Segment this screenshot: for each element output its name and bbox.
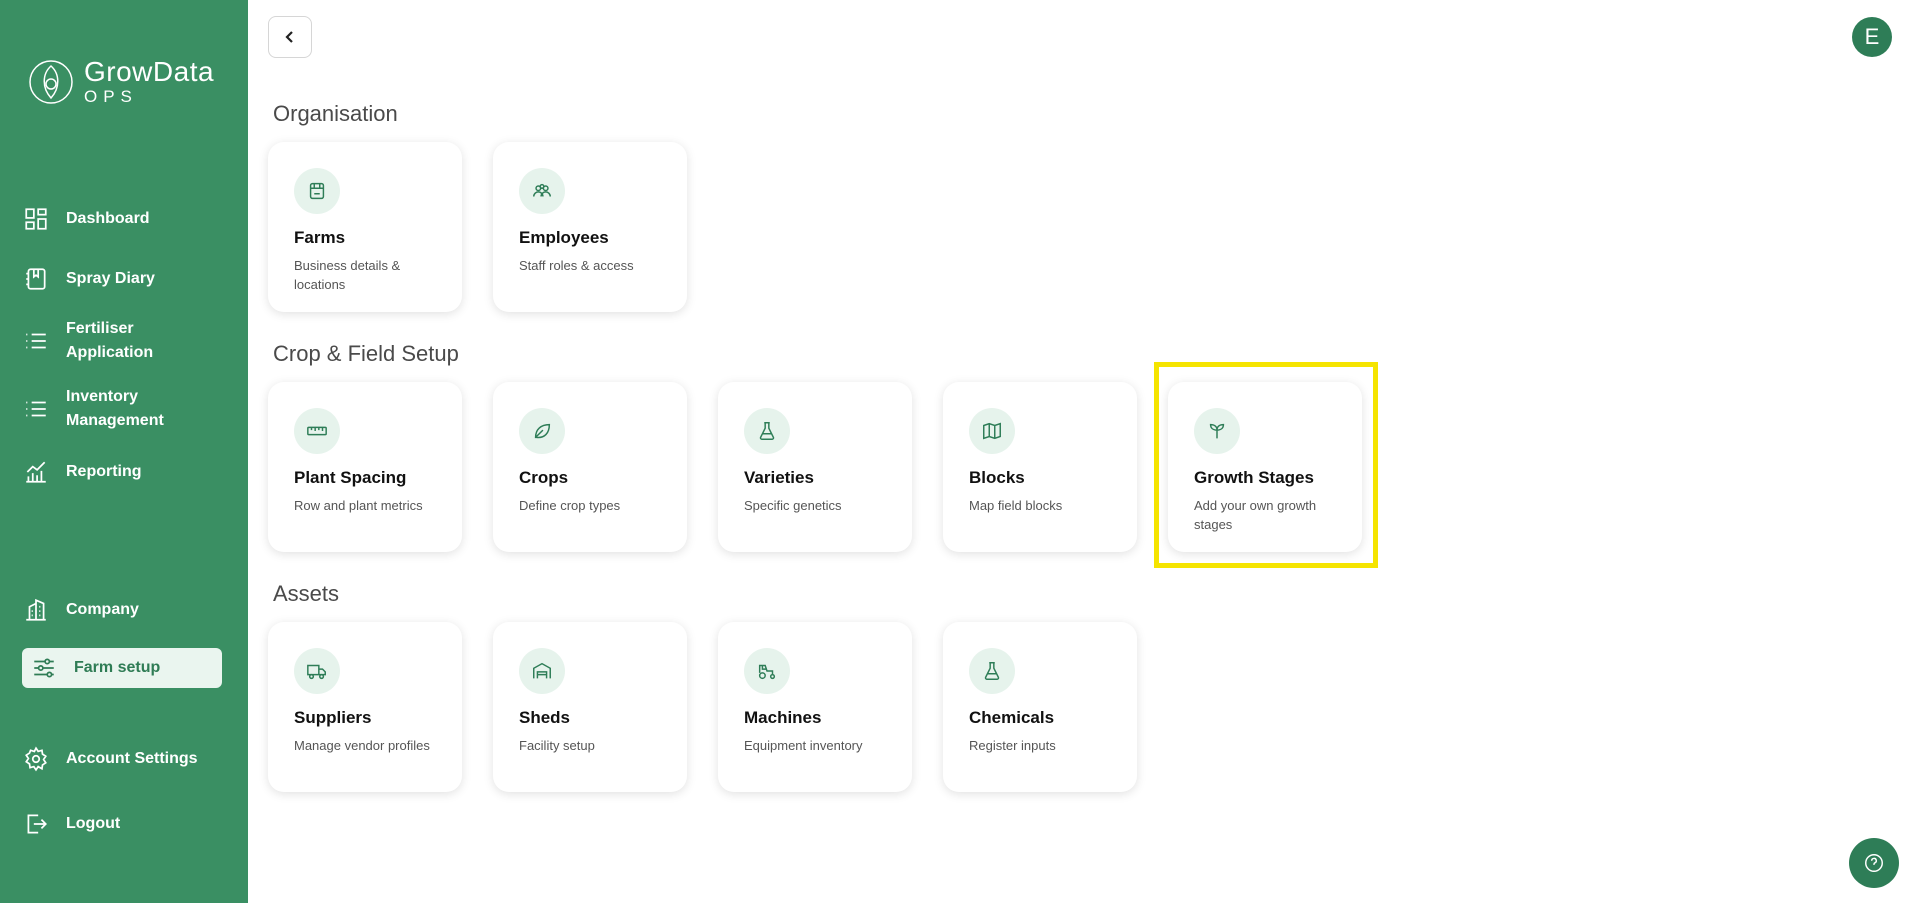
sidebar-item-dashboard[interactable]: Dashboard — [22, 205, 222, 233]
sidebar-item-label: Dashboard — [66, 210, 150, 227]
sidebar-item-account-settings[interactable]: Account Settings — [22, 745, 222, 773]
card-employees[interactable]: Employees Staff roles & access — [493, 142, 687, 312]
card-title: Crops — [519, 468, 569, 487]
truck-icon — [294, 648, 340, 694]
section-title-assets: Assets — [273, 581, 340, 606]
card-title: Varieties — [744, 468, 814, 487]
card-plant-spacing[interactable]: Plant Spacing Row and plant metrics — [268, 382, 462, 552]
help-button[interactable] — [1849, 838, 1899, 888]
card-title: Blocks — [969, 468, 1025, 487]
flask-icon — [969, 648, 1015, 694]
card-description: Row and plant metrics — [294, 498, 423, 513]
sidebar-item-label: Reporting — [66, 463, 142, 480]
list-icon — [22, 395, 50, 423]
help-icon — [1865, 854, 1883, 872]
sidebar-item-farm-setup[interactable]: Farm setup — [22, 648, 222, 688]
sidebar-item-label: Account Settings — [66, 750, 198, 767]
highlight-box — [1154, 362, 1378, 568]
dashboard-icon — [22, 205, 50, 233]
card-title: Employees — [519, 228, 609, 247]
sidebar-item-spray-diary[interactable]: Spray Diary — [22, 265, 222, 293]
app-logo[interactable]: GrowData OPS — [28, 52, 214, 112]
card-varieties[interactable]: Varieties Specific genetics — [718, 382, 912, 552]
card-description: Staff roles & access — [519, 258, 634, 273]
gear-icon — [22, 745, 50, 773]
chart-icon — [22, 458, 50, 486]
card-title: Suppliers — [294, 708, 372, 727]
sidebar-item-label: Inventory Management — [66, 388, 164, 429]
ruler-icon — [294, 408, 340, 454]
back-button[interactable] — [268, 16, 312, 58]
card-description: Facility setup — [519, 738, 595, 753]
logout-icon — [22, 810, 50, 838]
section-title-crop-field-setup: Crop & Field Setup — [273, 341, 459, 366]
flask-icon — [744, 408, 790, 454]
user-avatar[interactable]: E — [1852, 17, 1892, 57]
card-blocks[interactable]: Blocks Map field blocks — [943, 382, 1137, 552]
section-title-organisation: Organisation — [273, 101, 398, 126]
card-title: Farms — [294, 228, 346, 247]
sidebar-item-logout[interactable]: Logout — [22, 810, 222, 838]
store-icon — [294, 168, 340, 214]
card-machines[interactable]: Machines Equipment inventory — [718, 622, 912, 792]
list-icon — [22, 327, 50, 355]
app-name: GrowData — [84, 56, 215, 87]
app-subtitle: OPS — [84, 87, 138, 106]
building-icon — [22, 596, 50, 624]
diary-icon — [22, 265, 50, 293]
chevron-left-icon — [285, 31, 293, 43]
sidebar-item-label: Company — [66, 601, 139, 618]
users-icon — [519, 168, 565, 214]
card-farms[interactable]: Farms Business details & locations — [268, 142, 462, 312]
logo-mark-icon — [29, 60, 73, 104]
sidebar-item-company[interactable]: Company — [22, 596, 222, 624]
sidebar-item-fertiliser-application[interactable]: Fertiliser Application — [22, 317, 222, 365]
card-chemicals[interactable]: Chemicals Register inputs — [943, 622, 1137, 792]
card-title: Machines — [744, 708, 822, 727]
sidebar-item-inventory-management[interactable]: Inventory Management — [22, 385, 222, 433]
card-description: Manage vendor profiles — [294, 738, 430, 753]
sidebar-item-label: Farm setup — [74, 659, 161, 676]
leaf-icon — [519, 408, 565, 454]
sidebar-item-label: Logout — [66, 815, 121, 832]
card-description: Business details & locations — [294, 258, 401, 292]
sidebar-item-label: Spray Diary — [66, 270, 155, 287]
map-icon — [969, 408, 1015, 454]
card-description: Map field blocks — [969, 498, 1063, 513]
card-description: Specific genetics — [744, 498, 842, 513]
card-suppliers[interactable]: Suppliers Manage vendor profiles — [268, 622, 462, 792]
sliders-icon — [30, 654, 58, 682]
card-title: Plant Spacing — [294, 468, 407, 487]
sidebar-item-label: Fertiliser Application — [66, 320, 154, 361]
card-description: Define crop types — [519, 498, 621, 513]
card-description: Equipment inventory — [744, 738, 863, 753]
card-description: Register inputs — [969, 738, 1056, 753]
tractor-icon — [744, 648, 790, 694]
card-sheds[interactable]: Sheds Facility setup — [493, 622, 687, 792]
sidebar: GrowData OPS Dashboard Spray Diary Ferti… — [0, 0, 248, 903]
card-crops[interactable]: Crops Define crop types — [493, 382, 687, 552]
card-title: Chemicals — [969, 708, 1055, 727]
sidebar-item-reporting[interactable]: Reporting — [22, 458, 222, 486]
card-title: Sheds — [519, 708, 571, 727]
warehouse-icon — [519, 648, 565, 694]
